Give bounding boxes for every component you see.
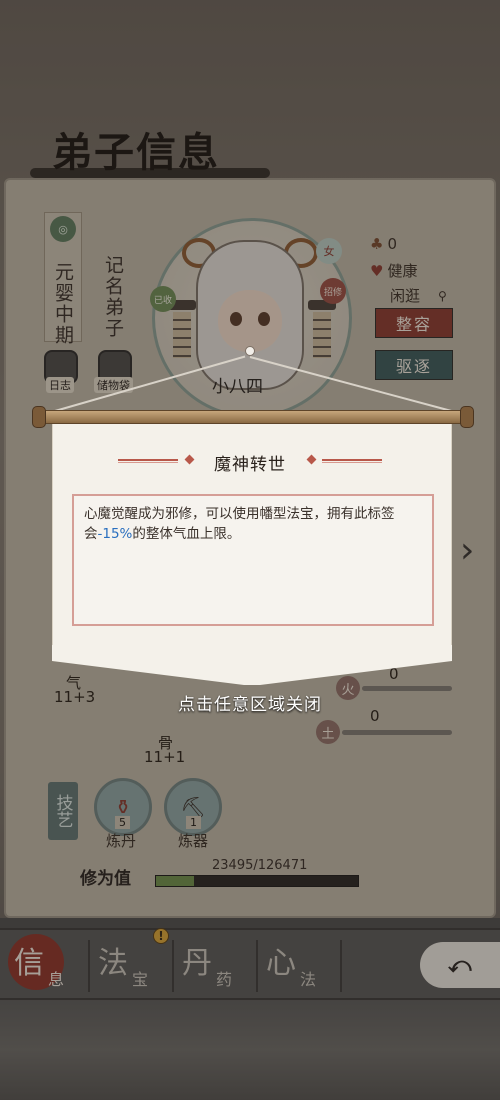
scroll-rod-cap-right (460, 406, 474, 428)
tag-description: 心魔觉醒成为邪修，可以使用幡型法宝，拥有此标签会-15%的整体气血上限。 (72, 494, 434, 626)
hanging-pin (245, 346, 255, 356)
scroll-rod (34, 410, 472, 424)
next-arrow-icon[interactable]: › (460, 530, 474, 571)
scroll-rod-cap-left (32, 406, 46, 428)
modal-title: 魔神转世 (214, 455, 286, 475)
description-text-end: 的整体气血上限。 (132, 526, 241, 542)
title-ornament-right (322, 459, 382, 463)
close-hint: 点击任意区域关闭 (178, 695, 322, 715)
description-highlight: -15% (97, 526, 133, 542)
